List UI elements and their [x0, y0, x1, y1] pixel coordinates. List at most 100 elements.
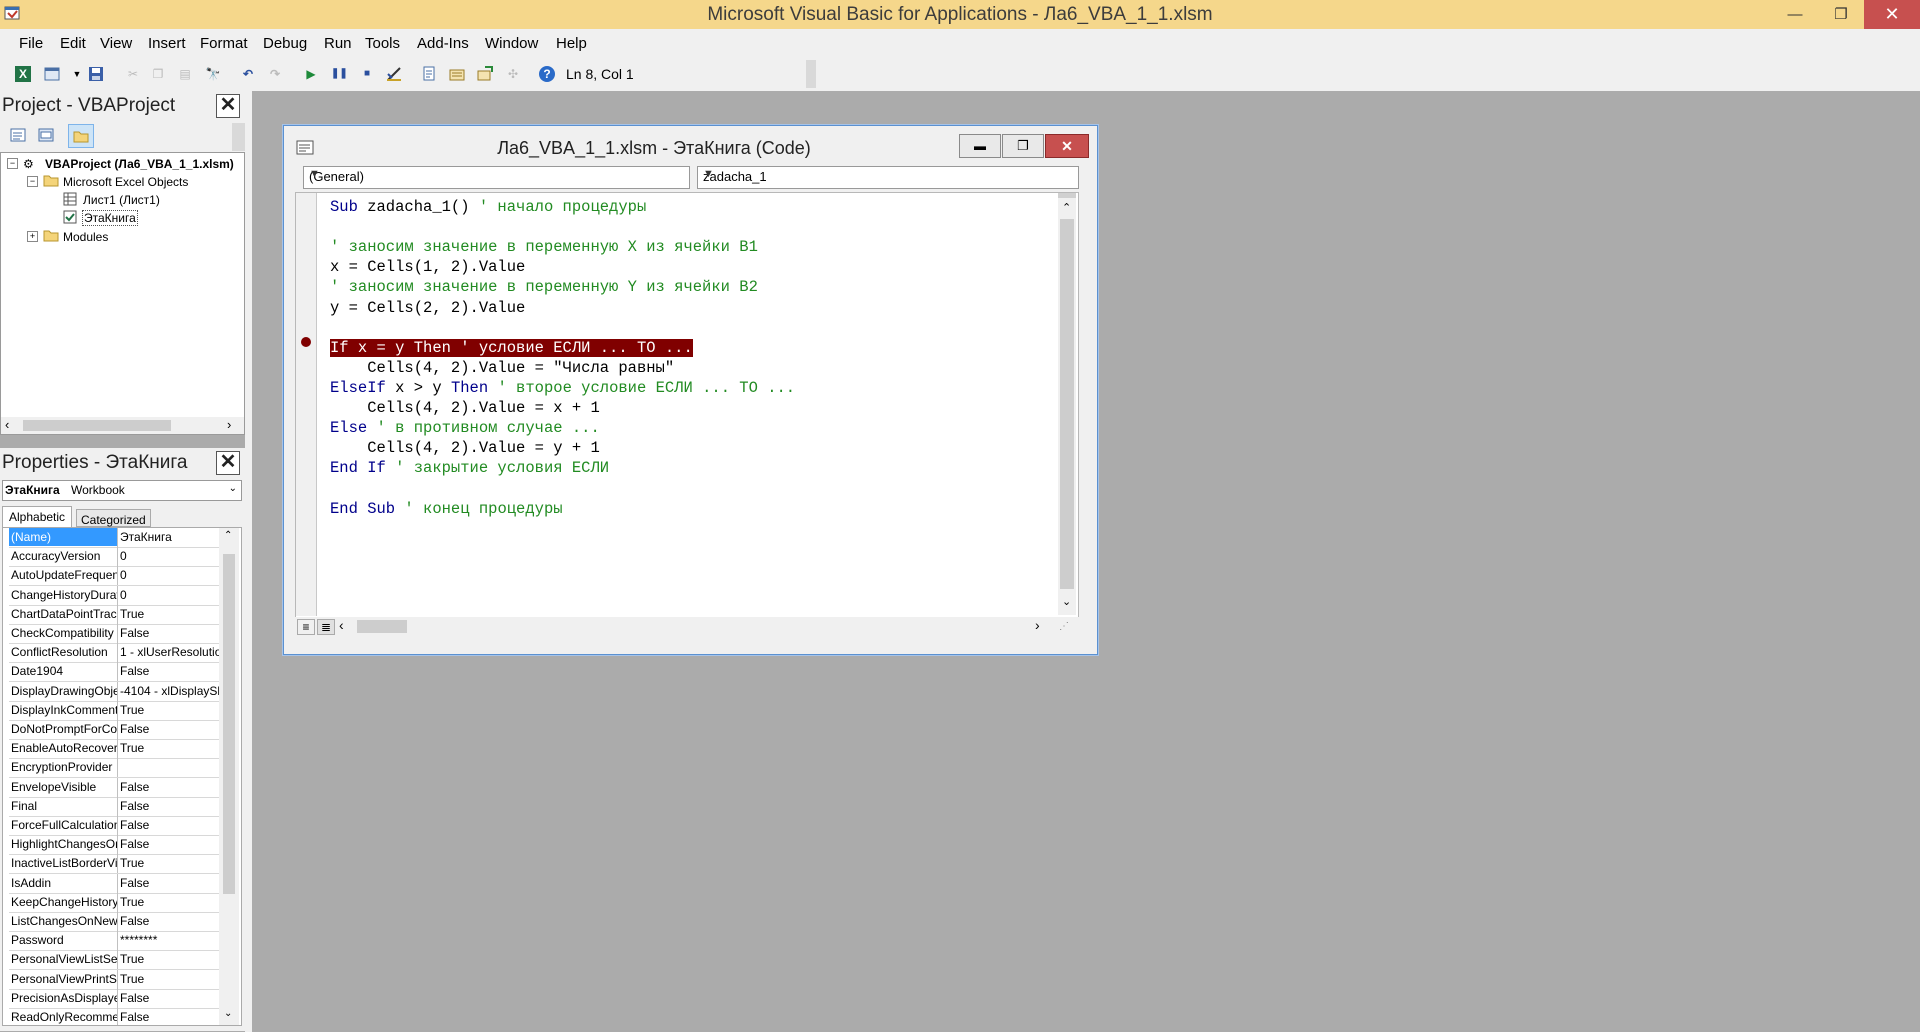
property-row[interactable]: AutoUpdateFrequency0 [9, 566, 219, 587]
scroll-right-arrow-icon[interactable]: › [227, 417, 231, 432]
cut-icon[interactable]: ✂ [125, 66, 141, 82]
property-row[interactable]: DisplayDrawingObjects-4104 - xlDisplaySh… [9, 681, 219, 702]
property-value[interactable]: False [120, 914, 219, 928]
dropdown-arrow-icon[interactable]: ▼ [69, 66, 85, 82]
close-button[interactable]: ✕ [1864, 0, 1920, 29]
scroll-left-arrow-icon[interactable]: ‹ [5, 417, 9, 432]
code-window-icon[interactable] [296, 139, 314, 158]
code-horizontal-scroll-thumb[interactable] [357, 620, 407, 633]
property-value[interactable]: False [120, 876, 219, 890]
property-row[interactable]: KeepChangeHistory True [9, 892, 219, 913]
properties-scroll-thumb[interactable] [223, 554, 235, 894]
property-value[interactable]: 0 [120, 549, 219, 563]
property-value[interactable]: 1 - xlUserResolution [120, 645, 219, 659]
property-row[interactable]: ConflictResolution 1 - xlUserResolution [9, 643, 219, 664]
collapse-excel-objects-toggle[interactable]: − [27, 176, 38, 187]
tab-alphabetic[interactable]: Alphabetic [2, 506, 73, 527]
toggle-folders-button[interactable] [68, 124, 94, 148]
paste-icon[interactable]: ▤ [177, 66, 193, 82]
property-value[interactable]: True [120, 972, 219, 986]
property-value[interactable]: False [120, 818, 219, 832]
property-value[interactable]: False [120, 664, 219, 678]
code-close-button[interactable]: ✕ [1045, 134, 1089, 158]
property-row[interactable]: InactiveListBorderVisibleTrue [9, 854, 219, 875]
property-value[interactable]: False [120, 799, 219, 813]
object-combo[interactable]: (General) ▼ [303, 166, 690, 189]
property-value[interactable]: True [120, 856, 219, 870]
property-value[interactable]: True [120, 895, 219, 909]
property-row[interactable]: DisplayInkComments True [9, 700, 219, 721]
tree-folder-excel-objects[interactable]: Microsoft Excel Objects [63, 175, 188, 189]
help-icon[interactable]: ? [539, 66, 555, 82]
property-value[interactable]: False [120, 780, 219, 794]
margin-indicator-bar[interactable] [296, 193, 317, 616]
procedure-combo[interactable]: zadacha_1 ▼ [697, 166, 1079, 189]
tree-item-thisworkbook[interactable]: ЭтаКнига [82, 210, 138, 226]
object-selector-dropdown[interactable]: ЭтаКнига Workbook ⌄ [2, 480, 242, 501]
tree-folder-modules[interactable]: Modules [63, 230, 108, 244]
property-value[interactable]: ЭтаКнига [120, 530, 219, 544]
menu-edit[interactable]: Edit [60, 35, 86, 52]
menu-run[interactable]: Run [324, 35, 352, 52]
save-icon[interactable] [88, 66, 104, 82]
redo-icon[interactable]: ↷ [267, 66, 283, 82]
project-pane-close-button[interactable]: ✕ [216, 94, 240, 118]
property-row[interactable]: PrecisionAsDisplayed False [9, 988, 219, 1009]
menu-window[interactable]: Window [485, 35, 538, 52]
minimize-button[interactable]: — [1772, 0, 1818, 29]
property-value[interactable]: ******** [120, 933, 219, 947]
property-value[interactable]: -4104 - xlDisplayShapes [120, 684, 219, 698]
object-browser-icon[interactable] [477, 66, 493, 82]
property-row[interactable]: ListChangesOnNewSheetFalse [9, 912, 219, 932]
reset-icon[interactable]: ■ [359, 66, 375, 82]
design-mode-icon[interactable] [386, 66, 402, 82]
tree-root-vbaproject[interactable]: VBAProject (Ла6_VBA_1_1.xlsm) [45, 157, 241, 171]
property-row[interactable]: EnvelopeVisible False [9, 777, 219, 798]
scroll-down-arrow-icon[interactable]: ⌄ [1062, 595, 1071, 608]
procedure-view-icon[interactable]: ≡ [297, 619, 315, 635]
project-horizontal-scrollbar[interactable]: ‹ › [1, 417, 244, 434]
full-module-view-icon[interactable]: ≣ [317, 619, 335, 635]
property-row[interactable]: EncryptionProvider [9, 758, 219, 779]
collapse-root-toggle[interactable]: − [7, 158, 18, 169]
property-value[interactable]: False [120, 626, 219, 640]
view-excel-icon[interactable]: X [15, 66, 31, 82]
project-explorer-icon[interactable] [421, 66, 437, 82]
restore-button[interactable]: ❐ [1818, 0, 1864, 29]
property-row[interactable]: ReadOnlyRecommendedFalse [9, 1008, 219, 1025]
menu-file[interactable]: File [19, 35, 43, 52]
property-row[interactable]: DoNotPromptForConvertFalse [9, 720, 219, 740]
code-scroll-thumb[interactable] [1060, 219, 1074, 589]
code-vertical-scrollbar[interactable]: ⌃ ⌄ [1058, 193, 1076, 615]
property-row[interactable]: ChartDataPointTrack True [9, 604, 219, 625]
view-code-icon[interactable] [10, 128, 26, 145]
property-row[interactable]: EnableAutoRecover True [9, 739, 219, 760]
copy-icon[interactable]: ❐ [150, 66, 166, 82]
property-row[interactable]: Final False [9, 796, 219, 817]
code-minimize-button[interactable]: ▬ [959, 134, 1001, 158]
property-row[interactable]: Password ******** [9, 931, 219, 952]
properties-vertical-scrollbar[interactable]: ⌃ ⌄ [219, 528, 239, 1025]
code-restore-button[interactable]: ❐ [1002, 134, 1044, 158]
property-row[interactable]: AccuracyVersion 0 [9, 547, 219, 568]
property-value[interactable]: 0 [120, 568, 219, 582]
property-value[interactable]: False [120, 722, 219, 736]
properties-pane-close-button[interactable]: ✕ [216, 451, 240, 475]
code-editor[interactable]: Sub zadacha_1() ' начало процедуры ' зано… [295, 192, 1079, 619]
property-value[interactable]: True [120, 952, 219, 966]
property-row[interactable]: IsAddin False [9, 873, 219, 894]
property-row[interactable]: PersonalViewListSettingsTrue [9, 950, 219, 971]
run-icon[interactable]: ▶ [303, 66, 319, 82]
property-value[interactable]: 0 [120, 588, 219, 602]
property-value[interactable]: False [120, 837, 219, 851]
menu-help[interactable]: Help [556, 35, 587, 52]
property-value[interactable]: True [120, 741, 219, 755]
toolbox-icon[interactable]: ✣ [505, 66, 521, 82]
property-value[interactable]: True [120, 703, 219, 717]
breakpoint-icon[interactable] [301, 337, 311, 347]
expand-modules-toggle[interactable]: + [27, 231, 38, 242]
scroll-up-arrow-icon[interactable]: ⌃ [1062, 201, 1071, 214]
property-row[interactable]: Date1904 False [9, 662, 219, 683]
property-value[interactable]: True [120, 607, 219, 621]
project-toolbar-overflow[interactable] [232, 123, 245, 151]
